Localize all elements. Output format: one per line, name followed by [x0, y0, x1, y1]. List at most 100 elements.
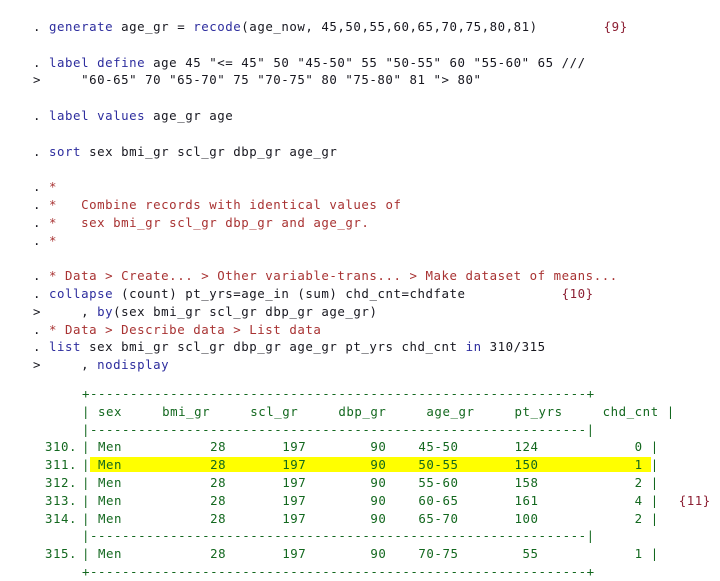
table-row-number: 314. [44, 510, 77, 526]
comment-line-block-1: . * Combine records with identical value… [0, 196, 720, 214]
keyword-sort: sort [49, 143, 82, 159]
keyword-list: list [49, 339, 82, 355]
command-line-list: . list sex bmi_gr scl_gr dbp_gr age_gr p… [0, 338, 720, 356]
keyword-in: in [465, 339, 482, 355]
border-text: |---------------------------------------… [82, 421, 595, 437]
keyword-nodisplay: nodisplay [97, 357, 170, 373]
border-text: |---------------------------------------… [82, 528, 595, 544]
border-text: +---------------------------------------… [82, 563, 595, 579]
label-define-continuation: "60-65" 70 "65-70" 75 "70-75" 80 "75-80"… [81, 72, 482, 88]
table-row-cells: Men 28 197 90 65-70 100 2 [90, 510, 651, 526]
comment-text: * sex bmi_gr scl_gr dbp_gr and age_gr. [49, 214, 370, 230]
table-row-number: 315. [44, 546, 77, 562]
sort-args: sex bmi_gr scl_gr dbp_gr age_gr [81, 143, 338, 159]
continuation-comma: , [81, 357, 98, 373]
keyword-label-values: label values [49, 107, 146, 123]
comment-line-star-1: . * [0, 178, 720, 196]
table-row-left-border: | [82, 510, 91, 526]
table-row-right-border: | [650, 546, 659, 562]
continuation-line-collapse: > , by(sex bmi_gr scl_gr dbp_gr age_gr) [0, 303, 720, 321]
command-prompt: . [33, 321, 50, 337]
annotation-9: {9} [603, 19, 628, 34]
label-values-args: age_gr age [145, 107, 234, 123]
command-line-label-define: . label define age 45 "<= 45" 50 "45-50"… [0, 54, 720, 72]
comment-line-star-2: . * [0, 232, 720, 250]
table-header-separator: |---------------------------------------… [0, 421, 720, 439]
table-row-cells: Men 28 197 90 55-60 158 2 [90, 474, 651, 490]
command-prompt: . [33, 107, 50, 123]
table-row-left-border: | [82, 546, 91, 562]
keyword-recode: recode [193, 19, 242, 34]
comment-text: * [49, 179, 58, 195]
command-prompt: . [33, 19, 50, 34]
table-row-right-border: | [650, 457, 659, 473]
table-row-number: 313. [44, 492, 77, 508]
table-row[interactable]: 313. | Men 28 197 90 60-65 161 4 | {11} [0, 492, 720, 510]
table-row-right-border: | [650, 439, 659, 455]
command-prompt: . [33, 196, 50, 212]
label-define-args: age 45 "<= 45" 50 "45-50" 55 "50-55" 60 … [145, 54, 586, 70]
table-row-cells: Men 28 197 90 60-65 161 4 [90, 492, 651, 508]
table-row-number: 310. [44, 439, 77, 455]
table-row[interactable]: 310. | Men 28 197 90 45-50 124 0 | [0, 438, 720, 456]
list-range: 310/315 [481, 339, 546, 355]
continuation-prompt: > [33, 357, 82, 373]
table-row[interactable]: 314. | Men 28 197 90 65-70 100 2 | [0, 510, 720, 528]
by-args: (sex bmi_gr scl_gr dbp_gr age_gr) [113, 303, 378, 319]
annotation-10: {10} [561, 285, 594, 301]
table-header-row: | sex bmi_gr scl_gr dbp_gr age_gr pt_yrs… [0, 403, 720, 421]
command-prompt: . [33, 143, 50, 159]
recode-args: (age_now, 45,50,55,60,65,70,75,80,81) [241, 19, 538, 34]
comment-text: * Data > Describe data > List data [49, 321, 322, 337]
table-row-left-border: | [82, 492, 91, 508]
annotation-11: {11} [678, 492, 711, 508]
comment-text: * Data > Create... > Other variable-tran… [49, 268, 618, 284]
collapse-args: (count) pt_yrs=age_in (sum) chd_cnt=chdf… [113, 285, 466, 301]
border-text: +---------------------------------------… [82, 385, 595, 401]
continuation-prompt: > [33, 303, 82, 319]
table-row-cells-highlighted: Men 28 197 90 50-55 150 1 [90, 457, 651, 473]
list-args: sex bmi_gr scl_gr dbp_gr age_gr pt_yrs c… [81, 339, 466, 355]
command-prompt: . [33, 339, 50, 355]
command-prompt: . [33, 54, 50, 70]
keyword-label-define: label define [49, 54, 146, 70]
command-line-collapse: . collapse (count) pt_yrs=age_in (sum) c… [0, 285, 720, 303]
header-text: | sex bmi_gr scl_gr dbp_gr age_gr pt_yrs… [82, 403, 675, 419]
continuation-line-label-define: > "60-65" 70 "65-70" 75 "70-75" 80 "75-8… [0, 71, 720, 89]
continuation-line-list: > , nodisplay [0, 356, 720, 374]
command-prompt: . [33, 179, 50, 195]
continuation-prompt: > [33, 72, 82, 88]
table-row-right-border: | [650, 474, 659, 490]
command-line-generate: . generate age_gr = recode(age_now, 45,5… [0, 18, 720, 36]
command-prompt: . [33, 268, 50, 284]
stata-console[interactable]: . generate age_gr = recode(age_now, 45,5… [0, 0, 720, 579]
comment-line-block-2: . * sex bmi_gr scl_gr dbp_gr and age_gr. [0, 214, 720, 232]
table-row-cells: Men 28 197 90 45-50 124 0 [90, 439, 651, 455]
comment-text: * [49, 232, 58, 248]
generate-args: age_gr = [113, 19, 194, 34]
command-prompt: . [33, 285, 50, 301]
keyword-by: by [97, 303, 114, 319]
continuation-comma: , [81, 303, 98, 319]
command-line-label-values: . label values age_gr age [0, 107, 720, 125]
table-bottom-border: +---------------------------------------… [0, 563, 720, 581]
command-line-sort: . sort sex bmi_gr scl_gr dbp_gr age_gr [0, 143, 720, 161]
comment-line-menu-path-create: . * Data > Create... > Other variable-tr… [0, 267, 720, 285]
table-row-number: 311. [44, 457, 77, 473]
table-row[interactable]: 315. | Men 28 197 90 70-75 55 1 | [0, 545, 720, 563]
keyword-generate: generate [49, 19, 114, 34]
table-row-cells: Men 28 197 90 70-75 55 1 [90, 546, 651, 562]
comment-line-menu-path-list: . * Data > Describe data > List data [0, 321, 720, 339]
table-row[interactable]: 312. | Men 28 197 90 55-60 158 2 | [0, 474, 720, 492]
table-row[interactable]: 311. | Men 28 197 90 50-55 150 1 | [0, 456, 720, 474]
table-row-number: 312. [44, 474, 77, 490]
comment-text: * Combine records with identical values … [49, 196, 402, 212]
table-row-left-border: | [82, 439, 91, 455]
list-output-table: +---------------------------------------… [0, 385, 720, 581]
table-body-separator: |---------------------------------------… [0, 527, 720, 545]
